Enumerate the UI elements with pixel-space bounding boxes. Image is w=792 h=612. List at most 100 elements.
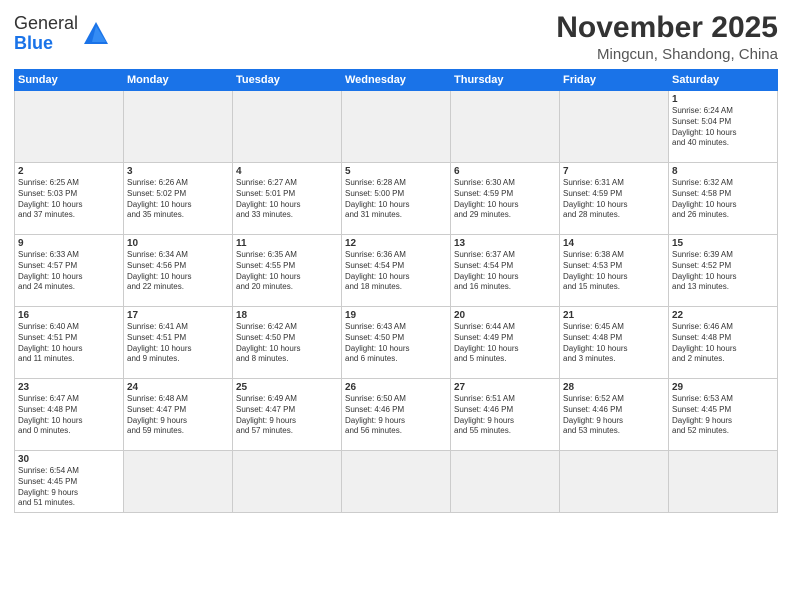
day-info: Sunrise: 6:35 AM Sunset: 4:55 PM Dayligh… (236, 250, 338, 293)
calendar-row: 2Sunrise: 6:25 AM Sunset: 5:03 PM Daylig… (15, 163, 778, 235)
day-info: Sunrise: 6:24 AM Sunset: 5:04 PM Dayligh… (672, 106, 774, 149)
day-number: 8 (672, 166, 774, 177)
table-row: 14Sunrise: 6:38 AM Sunset: 4:53 PM Dayli… (560, 235, 669, 307)
header-sunday: Sunday (15, 70, 124, 91)
day-info: Sunrise: 6:26 AM Sunset: 5:02 PM Dayligh… (127, 178, 229, 221)
table-row: 8Sunrise: 6:32 AM Sunset: 4:58 PM Daylig… (669, 163, 778, 235)
day-info: Sunrise: 6:39 AM Sunset: 4:52 PM Dayligh… (672, 250, 774, 293)
day-info: Sunrise: 6:42 AM Sunset: 4:50 PM Dayligh… (236, 322, 338, 365)
title-block: November 2025 Mingcun, Shandong, China (556, 10, 778, 63)
day-info: Sunrise: 6:49 AM Sunset: 4:47 PM Dayligh… (236, 394, 338, 437)
day-info: Sunrise: 6:37 AM Sunset: 4:54 PM Dayligh… (454, 250, 556, 293)
table-row: 7Sunrise: 6:31 AM Sunset: 4:59 PM Daylig… (560, 163, 669, 235)
day-info: Sunrise: 6:43 AM Sunset: 4:50 PM Dayligh… (345, 322, 447, 365)
header-tuesday: Tuesday (233, 70, 342, 91)
table-row: 21Sunrise: 6:45 AM Sunset: 4:48 PM Dayli… (560, 307, 669, 379)
day-number: 28 (563, 382, 665, 393)
day-number: 16 (18, 310, 120, 321)
day-number: 15 (672, 238, 774, 249)
day-number: 9 (18, 238, 120, 249)
table-row: 11Sunrise: 6:35 AM Sunset: 4:55 PM Dayli… (233, 235, 342, 307)
day-number: 4 (236, 166, 338, 177)
table-row: 13Sunrise: 6:37 AM Sunset: 4:54 PM Dayli… (451, 235, 560, 307)
table-row: 6Sunrise: 6:30 AM Sunset: 4:59 PM Daylig… (451, 163, 560, 235)
day-info: Sunrise: 6:38 AM Sunset: 4:53 PM Dayligh… (563, 250, 665, 293)
day-info: Sunrise: 6:53 AM Sunset: 4:45 PM Dayligh… (672, 394, 774, 437)
day-number: 19 (345, 310, 447, 321)
calendar-subtitle: Mingcun, Shandong, China (556, 46, 778, 63)
day-number: 24 (127, 382, 229, 393)
day-number: 21 (563, 310, 665, 321)
day-number: 7 (563, 166, 665, 177)
table-row: 5Sunrise: 6:28 AM Sunset: 5:00 PM Daylig… (342, 163, 451, 235)
day-number: 2 (18, 166, 120, 177)
header-friday: Friday (560, 70, 669, 91)
table-row: 4Sunrise: 6:27 AM Sunset: 5:01 PM Daylig… (233, 163, 342, 235)
day-number: 10 (127, 238, 229, 249)
day-info: Sunrise: 6:46 AM Sunset: 4:48 PM Dayligh… (672, 322, 774, 365)
day-number: 29 (672, 382, 774, 393)
day-info: Sunrise: 6:28 AM Sunset: 5:00 PM Dayligh… (345, 178, 447, 221)
table-row: 26Sunrise: 6:50 AM Sunset: 4:46 PM Dayli… (342, 379, 451, 451)
table-row: 22Sunrise: 6:46 AM Sunset: 4:48 PM Dayli… (669, 307, 778, 379)
day-number: 30 (18, 454, 120, 465)
logo: General Blue (14, 14, 110, 54)
calendar-table: Sunday Monday Tuesday Wednesday Thursday… (14, 69, 778, 513)
day-info: Sunrise: 6:32 AM Sunset: 4:58 PM Dayligh… (672, 178, 774, 221)
day-number: 11 (236, 238, 338, 249)
table-row (451, 451, 560, 513)
day-info: Sunrise: 6:48 AM Sunset: 4:47 PM Dayligh… (127, 394, 229, 437)
table-row (124, 451, 233, 513)
calendar-row: 1Sunrise: 6:24 AM Sunset: 5:04 PM Daylig… (15, 91, 778, 163)
header-thursday: Thursday (451, 70, 560, 91)
day-number: 1 (672, 94, 774, 105)
table-row (342, 91, 451, 163)
table-row: 27Sunrise: 6:51 AM Sunset: 4:46 PM Dayli… (451, 379, 560, 451)
day-number: 18 (236, 310, 338, 321)
day-number: 22 (672, 310, 774, 321)
day-info: Sunrise: 6:33 AM Sunset: 4:57 PM Dayligh… (18, 250, 120, 293)
table-row: 19Sunrise: 6:43 AM Sunset: 4:50 PM Dayli… (342, 307, 451, 379)
day-info: Sunrise: 6:25 AM Sunset: 5:03 PM Dayligh… (18, 178, 120, 221)
logo-general: General (14, 13, 78, 33)
day-info: Sunrise: 6:41 AM Sunset: 4:51 PM Dayligh… (127, 322, 229, 365)
day-info: Sunrise: 6:52 AM Sunset: 4:46 PM Dayligh… (563, 394, 665, 437)
day-info: Sunrise: 6:51 AM Sunset: 4:46 PM Dayligh… (454, 394, 556, 437)
day-number: 23 (18, 382, 120, 393)
day-info: Sunrise: 6:50 AM Sunset: 4:46 PM Dayligh… (345, 394, 447, 437)
day-number: 3 (127, 166, 229, 177)
logo-icon (82, 20, 110, 48)
calendar-title: November 2025 (556, 10, 778, 46)
table-row: 18Sunrise: 6:42 AM Sunset: 4:50 PM Dayli… (233, 307, 342, 379)
day-info: Sunrise: 6:47 AM Sunset: 4:48 PM Dayligh… (18, 394, 120, 437)
day-number: 17 (127, 310, 229, 321)
day-info: Sunrise: 6:34 AM Sunset: 4:56 PM Dayligh… (127, 250, 229, 293)
table-row: 15Sunrise: 6:39 AM Sunset: 4:52 PM Dayli… (669, 235, 778, 307)
table-row: 17Sunrise: 6:41 AM Sunset: 4:51 PM Dayli… (124, 307, 233, 379)
table-row: 12Sunrise: 6:36 AM Sunset: 4:54 PM Dayli… (342, 235, 451, 307)
day-number: 20 (454, 310, 556, 321)
table-row: 16Sunrise: 6:40 AM Sunset: 4:51 PM Dayli… (15, 307, 124, 379)
day-number: 26 (345, 382, 447, 393)
table-row: 30Sunrise: 6:54 AM Sunset: 4:45 PM Dayli… (15, 451, 124, 513)
header-monday: Monday (124, 70, 233, 91)
day-number: 5 (345, 166, 447, 177)
table-row: 3Sunrise: 6:26 AM Sunset: 5:02 PM Daylig… (124, 163, 233, 235)
day-info: Sunrise: 6:44 AM Sunset: 4:49 PM Dayligh… (454, 322, 556, 365)
header-wednesday: Wednesday (342, 70, 451, 91)
calendar-page: General Blue November 2025 Mingcun, Shan… (0, 0, 792, 612)
day-info: Sunrise: 6:54 AM Sunset: 4:45 PM Dayligh… (18, 466, 120, 509)
table-row: 24Sunrise: 6:48 AM Sunset: 4:47 PM Dayli… (124, 379, 233, 451)
table-row: 9Sunrise: 6:33 AM Sunset: 4:57 PM Daylig… (15, 235, 124, 307)
logo-blue: Blue (14, 33, 53, 53)
day-number: 13 (454, 238, 556, 249)
table-row: 25Sunrise: 6:49 AM Sunset: 4:47 PM Dayli… (233, 379, 342, 451)
day-info: Sunrise: 6:36 AM Sunset: 4:54 PM Dayligh… (345, 250, 447, 293)
table-row: 1Sunrise: 6:24 AM Sunset: 5:04 PM Daylig… (669, 91, 778, 163)
calendar-row: 16Sunrise: 6:40 AM Sunset: 4:51 PM Dayli… (15, 307, 778, 379)
table-row: 20Sunrise: 6:44 AM Sunset: 4:49 PM Dayli… (451, 307, 560, 379)
header-saturday: Saturday (669, 70, 778, 91)
table-row (669, 451, 778, 513)
table-row (342, 451, 451, 513)
calendar-row: 9Sunrise: 6:33 AM Sunset: 4:57 PM Daylig… (15, 235, 778, 307)
